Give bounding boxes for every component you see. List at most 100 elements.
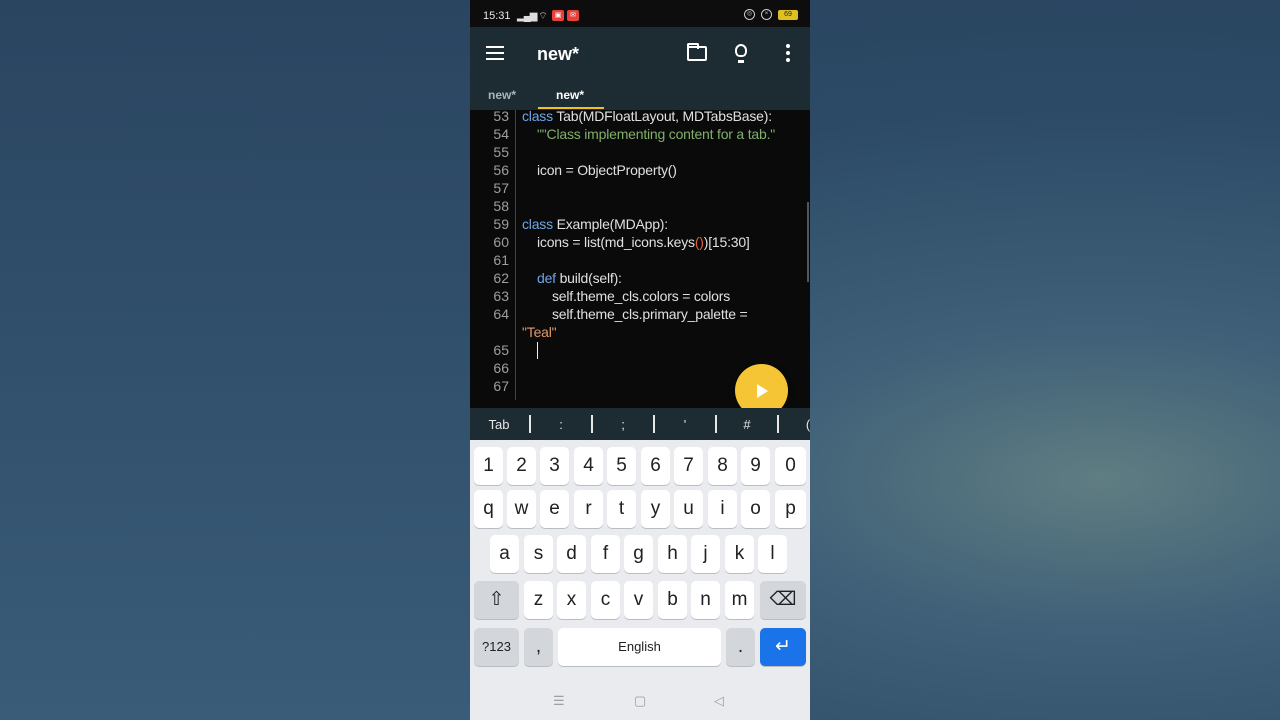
key-x[interactable]: x: [557, 581, 586, 619]
symbols-key[interactable]: ?123: [474, 628, 519, 666]
symbol-separator: [777, 415, 779, 433]
line-number: 60: [493, 234, 509, 250]
line-number: 55: [493, 144, 509, 160]
backspace-key[interactable]: ⌫: [760, 581, 806, 619]
line-number: 64: [493, 306, 509, 322]
more-vert-icon[interactable]: [786, 44, 790, 65]
key-f[interactable]: f: [591, 535, 620, 573]
enter-icon: ↵: [775, 636, 791, 657]
key-h[interactable]: h: [658, 535, 687, 573]
mute-icon: ×: [761, 9, 772, 20]
line-number: 57: [493, 180, 509, 196]
symbol-separator: [653, 415, 655, 433]
line-number: 65: [493, 342, 509, 358]
key-g[interactable]: g: [624, 535, 653, 573]
code-line: 65: [470, 342, 810, 360]
home-icon[interactable]: ▢: [634, 693, 646, 709]
shift-key[interactable]: ⇧: [474, 581, 519, 619]
key-c[interactable]: c: [591, 581, 620, 619]
key-y[interactable]: y: [641, 490, 670, 528]
editor-tabs: new* new*: [470, 79, 810, 110]
line-number: 66: [493, 360, 509, 376]
key-i[interactable]: i: [708, 490, 737, 528]
menu-icon[interactable]: [486, 46, 504, 60]
background-left: [0, 0, 470, 720]
code-line: 64 self.theme_cls.primary_palette =: [470, 306, 810, 324]
key-u[interactable]: u: [674, 490, 703, 528]
status-time: 15:31: [483, 10, 511, 22]
key-b[interactable]: b: [658, 581, 687, 619]
symbol-separator: [591, 415, 593, 433]
line-number: 67: [493, 378, 509, 394]
key-o[interactable]: o: [741, 490, 770, 528]
code-text: class Tab(MDFloatLayout, MDTabsBase):: [522, 108, 772, 124]
key-4[interactable]: 4: [574, 447, 603, 485]
line-number: 58: [493, 198, 509, 214]
comma-key[interactable]: ,: [524, 628, 553, 666]
key-2[interactable]: 2: [507, 447, 536, 485]
symbol-key[interactable]: ': [665, 417, 705, 432]
key-3[interactable]: 3: [540, 447, 569, 485]
symbol-key[interactable]: Tab: [479, 417, 519, 432]
key-z[interactable]: z: [524, 581, 553, 619]
system-nav-bar: ☰ ▢ ◁: [470, 680, 810, 720]
line-number: 59: [493, 216, 509, 232]
code-text: def build(self):: [537, 270, 622, 286]
code-line: 61: [470, 252, 810, 270]
app-bar: new*: [470, 27, 810, 79]
line-number: 53: [493, 108, 509, 124]
space-key[interactable]: English: [558, 628, 721, 666]
key-9[interactable]: 9: [741, 447, 770, 485]
key-v[interactable]: v: [624, 581, 653, 619]
shift-icon: ⇧: [488, 589, 505, 610]
lightbulb-icon[interactable]: [735, 44, 747, 63]
symbol-separator: [715, 415, 717, 433]
phone-screen: 15:31 ▂▄▆ ︎⌔ ▣ ✉ ◎ × 69 new* new* new* 5…: [470, 0, 810, 720]
symbol-key[interactable]: (: [788, 417, 810, 432]
code-line: 58: [470, 198, 810, 216]
key-1[interactable]: 1: [474, 447, 503, 485]
tab-new-2[interactable]: new*: [556, 88, 584, 102]
code-text: "Teal": [522, 324, 557, 340]
key-m[interactable]: m: [725, 581, 754, 619]
code-line: 57: [470, 180, 810, 198]
period-key[interactable]: .: [726, 628, 755, 666]
play-icon: [757, 384, 768, 398]
key-8[interactable]: 8: [708, 447, 737, 485]
key-d[interactable]: d: [557, 535, 586, 573]
code-line: 60 icons = list(md_icons.keys())[15:30]: [470, 234, 810, 252]
key-l[interactable]: l: [758, 535, 787, 573]
recents-icon[interactable]: ☰: [553, 693, 565, 709]
key-5[interactable]: 5: [607, 447, 636, 485]
key-n[interactable]: n: [691, 581, 720, 619]
tab-new-1[interactable]: new*: [488, 88, 516, 102]
line-number: 62: [493, 270, 509, 286]
key-0[interactable]: 0: [775, 447, 806, 485]
code-line: 53 class Tab(MDFloatLayout, MDTabsBase):: [470, 108, 810, 126]
key-7[interactable]: 7: [674, 447, 703, 485]
text-cursor: [537, 342, 538, 359]
symbol-key[interactable]: :: [541, 417, 581, 432]
symbol-separator: [529, 415, 531, 433]
key-e[interactable]: e: [540, 490, 569, 528]
key-a[interactable]: a: [490, 535, 519, 573]
key-w[interactable]: w: [507, 490, 536, 528]
key-t[interactable]: t: [607, 490, 636, 528]
enter-key[interactable]: ↵: [760, 628, 806, 666]
page-title: new*: [537, 44, 580, 64]
code-text: class Example(MDApp):: [522, 216, 668, 232]
symbol-key[interactable]: #: [727, 417, 767, 432]
symbol-key[interactable]: ;: [603, 417, 643, 432]
key-s[interactable]: s: [524, 535, 553, 573]
key-6[interactable]: 6: [641, 447, 670, 485]
code-line: 62 def build(self):: [470, 270, 810, 288]
back-icon[interactable]: ◁: [714, 693, 724, 709]
folder-icon[interactable]: [687, 43, 707, 61]
code-text: icon = ObjectProperty(): [537, 162, 677, 178]
key-r[interactable]: r: [574, 490, 603, 528]
key-k[interactable]: k: [725, 535, 754, 573]
sync-icon: ◎: [744, 9, 755, 20]
key-p[interactable]: p: [775, 490, 806, 528]
key-q[interactable]: q: [474, 490, 503, 528]
key-j[interactable]: j: [691, 535, 720, 573]
